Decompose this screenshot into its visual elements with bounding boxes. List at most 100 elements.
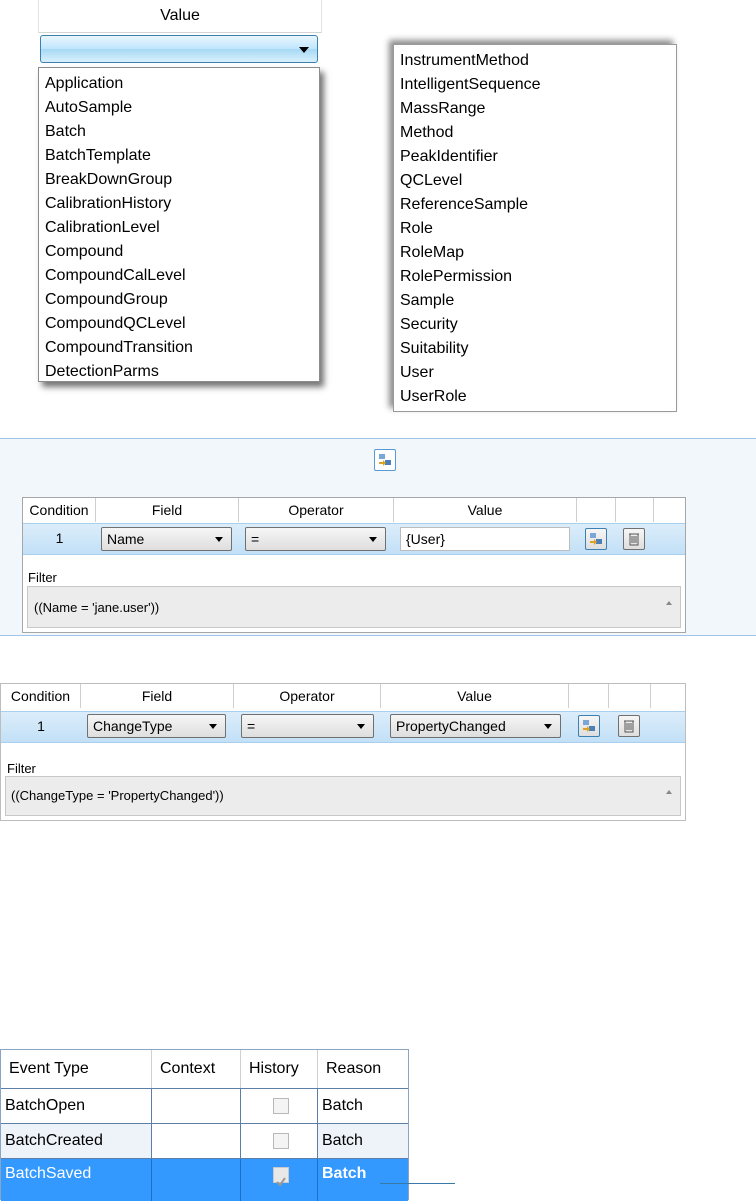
chevron-down-icon [544,724,552,729]
apply-filter-button[interactable] [374,449,396,471]
list-item[interactable]: User [394,361,676,385]
context-cell[interactable] [152,1124,241,1158]
list-item[interactable]: QCLevel [394,169,676,193]
value-selection: PropertyChanged [396,718,506,734]
condition-grid-2: Condition Field Operator Value 1 ChangeT… [0,683,686,821]
apply-filter-icon [583,720,595,732]
list-item[interactable]: CalibrationHistory [39,192,319,216]
scroll-up-icon[interactable] [666,790,672,794]
history-cell [241,1089,318,1123]
apply-filter-button[interactable] [578,715,600,737]
history-checkbox[interactable] [273,1098,289,1114]
value-column-header: Value [38,0,322,33]
list-item[interactable]: Security [394,313,676,337]
dropdown-list-part2[interactable]: InstrumentMethod IntelligentSequence Mas… [393,44,677,412]
checkmark-icon [276,1177,286,1187]
scroll-up-icon[interactable] [666,601,672,605]
list-item[interactable]: Sample [394,289,676,313]
list-item[interactable]: RolePermission [394,265,676,289]
header-field: Field [81,684,234,708]
event-type-cell: BatchOpen [1,1089,152,1123]
list-item[interactable]: DetectionParms [39,360,319,384]
list-item[interactable]: CompoundGroup [39,288,319,312]
filter-expression-box: ((Name = 'jane.user')) [27,586,681,628]
chevron-down-icon [215,537,223,542]
list-item[interactable]: Compound [39,240,319,264]
header-blank [651,684,685,708]
table-row[interactable]: BatchOpen Batch [1,1088,408,1123]
header-event-type: Event Type [1,1050,152,1088]
event-type-cell: BatchCreated [1,1124,152,1158]
header-condition: Condition [23,498,96,522]
operator-dropdown[interactable]: = [245,527,386,551]
chevron-down-icon [369,537,377,542]
value-input[interactable]: {User} [400,527,570,551]
filter-panel-1: Condition Field Operator Value 1 Name = … [0,438,756,636]
apply-filter-icon [379,454,391,466]
trash-icon [629,533,639,546]
list-item[interactable]: CompoundCalLevel [39,264,319,288]
condition-row[interactable]: 1 Name = {User} [23,523,685,555]
header-blank [609,684,651,708]
list-item[interactable]: IntelligentSequence [394,73,676,97]
context-cell[interactable] [152,1159,241,1201]
operator-value: = [247,718,256,734]
list-item[interactable]: ReferenceSample [394,193,676,217]
list-item[interactable]: InstrumentMethod [394,49,676,73]
header-blank [654,498,685,522]
list-item[interactable]: Batch [39,120,319,144]
operator-value: = [251,531,260,547]
list-item[interactable]: Role [394,217,676,241]
table-row[interactable]: BatchCreated Batch [1,1123,408,1158]
header-blank [577,498,616,522]
field-dropdown[interactable]: Name [101,527,232,551]
field-value: Name [107,531,145,547]
reason-cell: Batch [322,1097,363,1114]
trash-icon [624,720,634,733]
header-reason: Reason [326,1060,382,1077]
list-item[interactable]: CompoundQCLevel [39,312,319,336]
chevron-down-icon[interactable] [299,47,309,53]
filter-expression: ((ChangeType = 'PropertyChanged')) [11,788,224,803]
operator-dropdown[interactable]: = [241,714,374,738]
history-checkbox[interactable] [273,1133,289,1149]
history-cell [241,1159,318,1201]
delete-condition-button[interactable] [618,715,640,737]
value-combobox[interactable] [40,35,318,63]
header-operator: Operator [239,498,394,522]
history-checkbox-checked[interactable] [273,1167,289,1187]
header-context: Context [152,1050,241,1088]
context-cell[interactable] [152,1089,241,1123]
list-item[interactable]: Suitability [394,337,676,361]
reason-cell: Batch [322,1132,363,1149]
filter-expression-box: ((ChangeType = 'PropertyChanged')) [5,776,681,816]
list-item[interactable]: Application [39,72,319,96]
filter-expression: ((Name = 'jane.user')) [34,600,160,615]
header-blank [569,684,609,708]
list-item[interactable]: MassRange [394,97,676,121]
list-item[interactable]: BreakDownGroup [39,168,319,192]
dropdown-list-part1[interactable]: Application AutoSample Batch BatchTempla… [38,67,320,382]
list-item[interactable]: CompoundTransition [39,336,319,360]
field-dropdown[interactable]: ChangeType [87,714,226,738]
event-type-cell: BatchSaved [1,1159,152,1201]
list-item[interactable]: AutoSample [39,96,319,120]
chevron-down-icon [357,724,365,729]
history-cell [241,1124,318,1158]
list-item[interactable]: CalibrationLevel [39,216,319,240]
filter-label: Filter [7,761,36,776]
list-item[interactable]: BatchTemplate [39,144,319,168]
list-item[interactable]: PeakIdentifier [394,145,676,169]
value-dropdown[interactable]: PropertyChanged [390,714,561,738]
condition-row[interactable]: 1 ChangeType = PropertyChanged [1,711,685,743]
apply-filter-button[interactable] [585,528,607,550]
header-condition: Condition [1,684,81,708]
delete-condition-button[interactable] [623,528,645,550]
list-item[interactable]: Method [394,121,676,145]
list-item[interactable]: RoleMap [394,241,676,265]
callout-line [380,1183,455,1184]
chevron-down-icon [209,724,217,729]
table-row-selected[interactable]: BatchSaved Batch [1,1158,408,1201]
list-item[interactable]: UserRole [394,385,676,409]
condition-grid: Condition Field Operator Value 1 Name = … [22,497,686,633]
